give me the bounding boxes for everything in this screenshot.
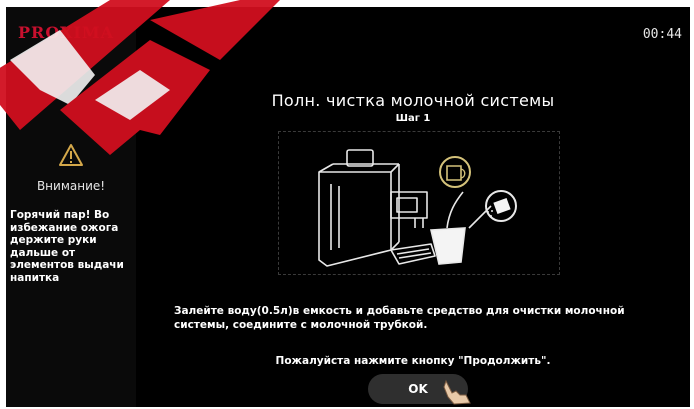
step-label: Шаг 1 xyxy=(395,113,431,124)
cleaning-illustration xyxy=(278,131,560,275)
brand-logo: PROXIMA xyxy=(18,23,115,42)
warning-title: Внимание! xyxy=(36,179,106,193)
warning-sidebar: PROXIMA Внимание! Горячий пар! Во избежа… xyxy=(6,7,136,407)
coffee-machine-illustration xyxy=(318,149,517,267)
milk-cup-icon xyxy=(430,191,492,265)
water-jug-icon xyxy=(439,156,471,188)
pointing-hand-icon xyxy=(443,379,471,405)
warning-icon xyxy=(59,144,83,166)
machine-screen: PROXIMA Внимание! Горячий пар! Во избежа… xyxy=(6,7,690,407)
continue-prompt: Пожалуйста нажмите кнопку "Продолжить". xyxy=(275,355,551,367)
instruction-text: Залейте воду(0.5л)в емкость и добавьте с… xyxy=(174,305,625,331)
page-title: Полн. чистка молочной системы xyxy=(271,91,555,110)
clock: 00:44 xyxy=(642,27,682,42)
warning-text: Горячий пар! Во избежание ожога держите … xyxy=(10,209,124,284)
coffee-machine-icon xyxy=(318,149,436,267)
